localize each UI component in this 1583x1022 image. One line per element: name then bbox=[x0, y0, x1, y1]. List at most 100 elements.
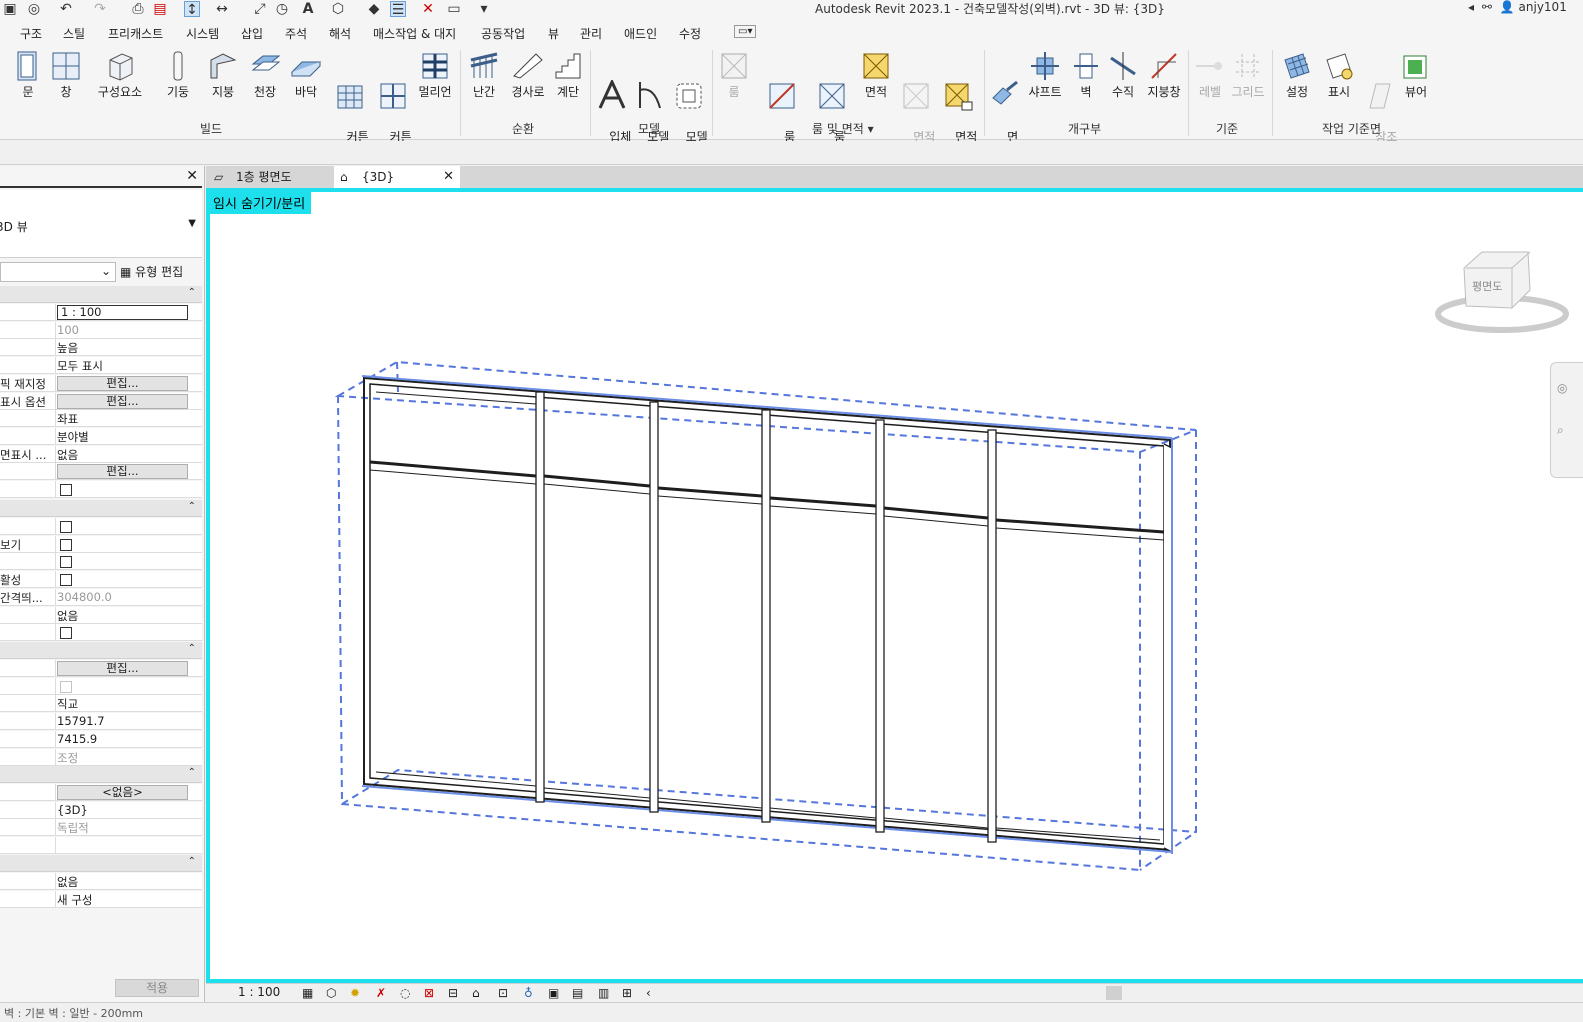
column-button[interactable]: 기둥 bbox=[160, 50, 196, 100]
property-edit-button[interactable]: 편집... bbox=[57, 375, 188, 391]
collapse-icon[interactable]: ⌃ bbox=[188, 643, 196, 654]
panel-toggle-icon[interactable]: ▭▾ bbox=[734, 25, 757, 38]
stair-button[interactable]: 계단 bbox=[550, 50, 586, 100]
property-value[interactable]: 높음 bbox=[57, 340, 78, 356]
reveal-hidden-icon[interactable]: ♁ bbox=[524, 986, 538, 1000]
drawing-viewport[interactable]: 임시 숨기기/분리 평면도 ◎ ⌕ bbox=[206, 188, 1583, 983]
property-checkbox[interactable] bbox=[60, 484, 72, 496]
property-value[interactable]: 없음 bbox=[57, 608, 78, 624]
property-value[interactable]: 15791.7 bbox=[57, 714, 105, 728]
group-room-area-label[interactable]: 룸 및 면적 ▾ bbox=[812, 120, 874, 137]
user-area[interactable]: ◂ ⚯ 👤 anjy101 bbox=[1468, 0, 1567, 14]
floor-button[interactable]: 바닥 bbox=[288, 50, 324, 100]
print-icon[interactable]: ⎙ bbox=[130, 1, 146, 17]
property-group-header[interactable]: ⌃ bbox=[0, 855, 202, 872]
property-value[interactable]: 직교 bbox=[57, 696, 78, 712]
viewcube[interactable]: 평면도 bbox=[1432, 244, 1572, 336]
show-workplane-button[interactable]: 표시 bbox=[1320, 50, 1358, 100]
analytical-model-icon[interactable]: ▣ bbox=[548, 986, 562, 1000]
tab-precast[interactable]: 프리캐스트 bbox=[108, 25, 163, 42]
visual-style-icon[interactable]: ⬡ bbox=[326, 986, 340, 1000]
measure-icon[interactable]: ↕ bbox=[184, 1, 200, 18]
property-value[interactable]: {3D} bbox=[57, 803, 88, 817]
view-scale[interactable]: 1 : 100 bbox=[238, 985, 280, 999]
component-button[interactable]: 구성요소 bbox=[90, 50, 150, 100]
shaft-button[interactable]: 샤프트 bbox=[1024, 50, 1066, 100]
ceiling-button[interactable]: 천장 bbox=[247, 50, 283, 100]
collapse-icon[interactable]: ⌃ bbox=[188, 767, 196, 778]
property-value[interactable]: 7415.9 bbox=[57, 732, 97, 746]
property-group-header[interactable]: ⌃ bbox=[0, 286, 202, 303]
grid-button[interactable]: 그리드 bbox=[1230, 50, 1266, 100]
tab-floor-plan-1[interactable]: ▱ 1층 평면도 bbox=[208, 166, 332, 188]
shadows-icon[interactable]: ✗ bbox=[376, 986, 390, 1000]
property-edit-button[interactable]: 편집... bbox=[57, 393, 188, 409]
tab-3d-view[interactable]: ⌂ {3D} ✕ bbox=[334, 166, 460, 188]
property-checkbox[interactable] bbox=[60, 627, 72, 640]
horizontal-scrollbar-thumb[interactable] bbox=[1106, 986, 1122, 1000]
roof-button[interactable]: 지붕 bbox=[205, 50, 241, 100]
mullion-button[interactable]: 멀리언 bbox=[414, 50, 456, 100]
property-edit-button[interactable]: 편집... bbox=[57, 464, 188, 480]
highlight-displacement-icon[interactable]: ▤ bbox=[572, 986, 586, 1000]
property-edit-button[interactable]: <없음> bbox=[57, 785, 188, 800]
customize-qat-icon[interactable]: ▾ bbox=[476, 1, 492, 17]
chevron-left-icon[interactable]: ◂ bbox=[1468, 0, 1474, 14]
collapse-icon[interactable]: ⌃ bbox=[188, 856, 196, 867]
tab-steel[interactable]: 스틸 bbox=[63, 25, 85, 42]
type-selector[interactable]: 3D 뷰 ▼ bbox=[0, 190, 202, 258]
close-icon[interactable]: ✕ bbox=[186, 168, 198, 184]
ramp-button[interactable]: 경사로 bbox=[508, 50, 548, 100]
property-group-header[interactable]: ⌃ bbox=[0, 642, 202, 659]
sync-icon[interactable]: ◎ bbox=[26, 1, 42, 17]
tab-modify[interactable]: 수정 bbox=[679, 25, 701, 42]
property-value[interactable]: 없음 bbox=[57, 874, 78, 890]
tab-structure[interactable]: 구조 bbox=[20, 25, 42, 42]
property-checkbox[interactable] bbox=[60, 574, 72, 587]
dimension-icon[interactable]: ↔ bbox=[214, 1, 230, 17]
instance-filter-dropdown[interactable]: ⌄ bbox=[0, 262, 116, 282]
property-group-header[interactable]: ⌃ bbox=[0, 500, 202, 517]
tab-annotate[interactable]: 주석 bbox=[285, 25, 307, 42]
text-icon[interactable]: ◷ bbox=[274, 1, 290, 17]
binoculars-icon[interactable]: ⚯ bbox=[1482, 0, 1492, 14]
redo-icon[interactable]: ↷ bbox=[92, 1, 108, 17]
sun-path-icon[interactable]: ✹ bbox=[350, 986, 364, 1000]
detail-level-icon[interactable]: ▦ bbox=[302, 986, 316, 1000]
close-hidden-icon[interactable]: ✕ bbox=[420, 1, 436, 17]
pdf-icon[interactable]: ▤ bbox=[152, 1, 168, 17]
window-button[interactable]: 창 bbox=[48, 50, 84, 100]
tab-addins[interactable]: 애드인 bbox=[624, 25, 657, 42]
property-checkbox[interactable] bbox=[60, 556, 72, 569]
vertical-button[interactable]: 수직 bbox=[1106, 50, 1140, 100]
property-edit-button[interactable]: 편집... bbox=[57, 661, 188, 676]
view-scale-input[interactable]: 1 : 100 bbox=[57, 305, 188, 320]
undo-icon[interactable]: ↶ bbox=[58, 1, 74, 17]
property-group-header[interactable]: ⌃ bbox=[0, 766, 202, 783]
tab-view[interactable]: 뷰 bbox=[548, 25, 559, 42]
text-a-icon[interactable]: A bbox=[300, 1, 316, 17]
collapse-icon[interactable]: ⌃ bbox=[188, 501, 196, 512]
reveal-constraints-icon[interactable]: ▥ bbox=[598, 986, 612, 1000]
tag-icon[interactable]: ⤢ bbox=[252, 1, 268, 17]
property-checkbox[interactable] bbox=[60, 680, 72, 693]
wall-opening-button[interactable]: 벽 bbox=[1070, 50, 1102, 100]
door-button[interactable]: 문 bbox=[10, 50, 46, 100]
level-button[interactable]: 레벨 bbox=[1192, 50, 1228, 100]
render-icon[interactable]: ◌ bbox=[400, 986, 414, 1000]
switch-windows-icon[interactable]: ▭ bbox=[446, 1, 462, 17]
viewer-button[interactable]: 뷰어 bbox=[1398, 50, 1434, 100]
tab-collaborate[interactable]: 공동작업 bbox=[481, 25, 525, 42]
tab-analyze[interactable]: 해석 bbox=[329, 25, 351, 42]
property-value[interactable]: 분야별 bbox=[57, 429, 89, 445]
edit-type-button[interactable]: ▦ 유형 편집 bbox=[120, 262, 200, 282]
worksharing-icon[interactable]: ⊞ bbox=[622, 986, 636, 1000]
set-workplane-button[interactable]: 설정 bbox=[1278, 50, 1316, 100]
navigation-bar[interactable]: ◎ ⌕ bbox=[1550, 362, 1583, 478]
property-value[interactable]: 새 구성 bbox=[57, 892, 92, 908]
property-value[interactable]: 좌표 bbox=[57, 411, 78, 427]
property-value[interactable]: 없음 bbox=[57, 447, 78, 463]
property-checkbox[interactable] bbox=[60, 521, 72, 533]
show-crop-icon[interactable]: ⊟ bbox=[448, 986, 462, 1000]
area-button[interactable]: 면적 bbox=[858, 50, 894, 100]
